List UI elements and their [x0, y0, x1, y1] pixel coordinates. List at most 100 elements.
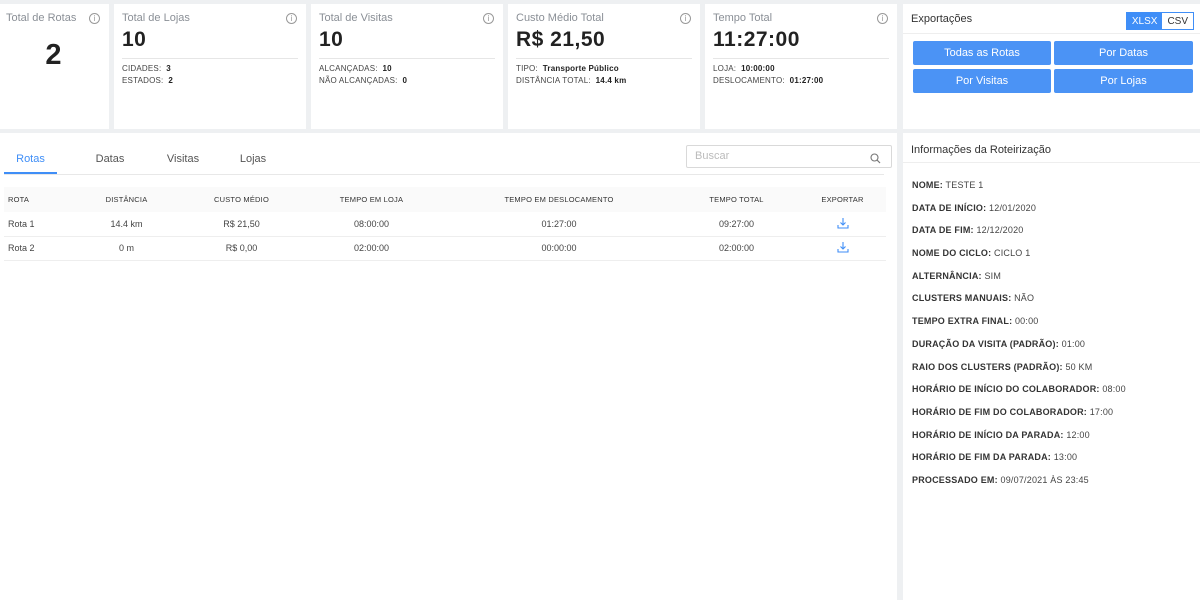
info-value: NÃO — [1014, 293, 1035, 304]
info-key: HORÁRIO DE INÍCIO DO COLABORADOR: — [912, 384, 1100, 395]
cell-total-time: 02:00:00 — [674, 236, 799, 261]
divider — [319, 58, 495, 59]
card-tempo-total: Tempo Total i 11:27:00 LOJA: 10:00:00 DE… — [705, 4, 897, 129]
cell-export — [799, 236, 886, 261]
info-item: HORÁRIO DE FIM DO COLABORADOR: 17:00 — [912, 407, 1192, 430]
detail-label: LOJA: — [713, 64, 737, 73]
card-value: 10 — [319, 28, 344, 51]
cell-store-time: 02:00:00 — [299, 236, 444, 261]
info-icon[interactable]: i — [877, 13, 888, 24]
info-value: 00:00 — [1014, 316, 1039, 327]
export-by-visits-button[interactable]: Por Visitas — [913, 69, 1051, 93]
card-detail: NÃO ALCANÇADAS: 0 — [319, 75, 495, 87]
card-title: Tempo Total — [713, 12, 773, 24]
info-key: HORÁRIO DE FIM DO COLABORADOR: — [912, 406, 1087, 417]
column-header[interactable]: TEMPO TOTAL — [674, 187, 799, 212]
card-detail: DESLOCAMENTO: 01:27:00 — [713, 75, 889, 87]
tab-rotas[interactable]: Rotas — [4, 133, 57, 174]
info-icon[interactable]: i — [483, 13, 494, 24]
card-detail: ALCANÇADAS: 10 — [319, 63, 495, 75]
card-value: 11:27:00 — [713, 28, 800, 51]
info-item: DATA DE FIM: 12/12/2020 — [912, 225, 1192, 248]
detail-value: 10 — [382, 64, 392, 73]
info-icon[interactable]: i — [89, 13, 100, 24]
column-header[interactable]: TEMPO EM DESLOCAMENTO — [444, 187, 674, 212]
detail-label: CIDADES: — [122, 64, 162, 73]
routing-info-list: NOME: TESTE 1 DATA DE INÍCIO: 12/01/2020… — [903, 163, 1200, 498]
format-toggle: XLSX CSV — [1125, 12, 1194, 30]
column-header[interactable]: CUSTO MÉDIO — [184, 187, 299, 212]
cell-travel-time: 01:27:00 — [444, 212, 674, 237]
info-key: TEMPO EXTRA FINAL: — [912, 316, 1013, 327]
detail-value: Transporte Público — [542, 64, 619, 73]
export-by-dates-button[interactable]: Por Datas — [1054, 41, 1193, 65]
cell-total-time: 09:27:00 — [674, 212, 799, 237]
info-value: 13:00 — [1053, 452, 1078, 463]
search-input[interactable] — [695, 146, 865, 166]
info-value: 12/12/2020 — [976, 225, 1024, 236]
format-csv-button[interactable]: CSV — [1162, 13, 1193, 29]
search-box — [686, 145, 892, 168]
detail-label: ALCANÇADAS: — [319, 64, 378, 73]
detail-label: DISTÂNCIA TOTAL: — [516, 76, 591, 85]
info-value: 12/01/2020 — [989, 202, 1037, 213]
info-icon[interactable]: i — [680, 13, 691, 24]
column-header[interactable]: DISTÂNCIA — [69, 187, 184, 212]
card-detail: TIPO: Transporte Público — [516, 63, 692, 75]
info-value: TESTE 1 — [945, 180, 984, 190]
column-header[interactable]: ROTA — [4, 187, 69, 212]
export-by-stores-button[interactable]: Por Lojas — [1054, 69, 1193, 93]
info-key: NOME DO CICLO: — [912, 248, 992, 259]
info-icon[interactable]: i — [286, 13, 297, 24]
info-key: PROCESSADO EM: — [912, 474, 998, 485]
info-key: DURAÇÃO DA VISITA (PADRÃO): — [912, 338, 1059, 349]
routing-info-panel: Informações da Roteirização NOME: TESTE … — [903, 133, 1200, 600]
detail-label: TIPO: — [516, 64, 538, 73]
format-xlsx-button[interactable]: XLSX — [1126, 13, 1163, 29]
table-header-row: ROTA DISTÂNCIA CUSTO MÉDIO TEMPO EM LOJA… — [4, 187, 886, 212]
cell-route: Rota 1 — [4, 212, 69, 237]
info-key: RAIO DOS CLUSTERS (PADRÃO): — [912, 361, 1063, 372]
download-icon[interactable] — [836, 241, 849, 255]
info-key: HORÁRIO DE FIM DA PARADA: — [912, 452, 1051, 463]
detail-value: 14.4 km — [595, 76, 627, 85]
table-row: Rota 1 14.4 km R$ 21,50 08:00:00 01:27:0… — [4, 212, 886, 237]
export-buttons: Todas as Rotas Por Datas Por Visitas Por… — [913, 41, 1194, 93]
detail-value: 0 — [402, 76, 408, 85]
info-key: NOME: — [912, 180, 943, 190]
download-icon[interactable] — [836, 217, 849, 231]
cell-export — [799, 212, 886, 237]
card-custo-medio: Custo Médio Total i R$ 21,50 TIPO: Trans… — [508, 4, 700, 129]
info-item: DURAÇÃO DA VISITA (PADRÃO): 01:00 — [912, 339, 1192, 362]
cell-store-time: 08:00:00 — [299, 212, 444, 237]
info-key: CLUSTERS MANUAIS: — [912, 293, 1012, 304]
card-title: Total de Rotas — [6, 12, 77, 24]
table-row: Rota 2 0 m R$ 0,00 02:00:00 00:00:00 02:… — [4, 236, 886, 261]
routes-table: ROTA DISTÂNCIA CUSTO MÉDIO TEMPO EM LOJA… — [4, 187, 886, 261]
card-title: Total de Lojas — [122, 12, 190, 24]
detail-label: DESLOCAMENTO: — [713, 76, 785, 85]
tab-lojas[interactable]: Lojas — [233, 133, 273, 174]
tab-visitas[interactable]: Visitas — [163, 133, 203, 174]
export-all-routes-button[interactable]: Todas as Rotas — [913, 41, 1051, 65]
info-item: HORÁRIO DE INÍCIO DO COLABORADOR: 08:00 — [912, 384, 1192, 407]
card-total-visitas: Total de Visitas i 10 ALCANÇADAS: 10 NÃO… — [311, 4, 503, 129]
info-value: SIM — [984, 270, 1002, 281]
info-value: 12:00 — [1066, 429, 1090, 440]
column-header[interactable]: TEMPO EM LOJA — [299, 187, 444, 212]
cell-route: Rota 2 — [4, 236, 69, 261]
card-value: R$ 21,50 — [516, 28, 606, 51]
detail-value: 01:27:00 — [789, 76, 824, 85]
detail-value: 10:00:00 — [741, 64, 775, 73]
info-key: HORÁRIO DE INÍCIO DA PARADA: — [912, 429, 1064, 440]
info-value: 01:00 — [1061, 338, 1086, 349]
card-detail: ESTADOS: 2 — [122, 75, 298, 87]
tab-datas[interactable]: Datas — [87, 133, 133, 174]
cell-distance: 14.4 km — [69, 212, 184, 237]
info-key: ALTERNÂNCIA: — [912, 270, 982, 281]
search-icon[interactable] — [870, 151, 881, 169]
card-detail: CIDADES: 3 — [122, 63, 298, 75]
info-item: HORÁRIO DE INÍCIO DA PARADA: 12:00 — [912, 430, 1192, 453]
info-item: RAIO DOS CLUSTERS (PADRÃO): 50 KM — [912, 362, 1192, 385]
card-value: 2 — [45, 39, 62, 71]
